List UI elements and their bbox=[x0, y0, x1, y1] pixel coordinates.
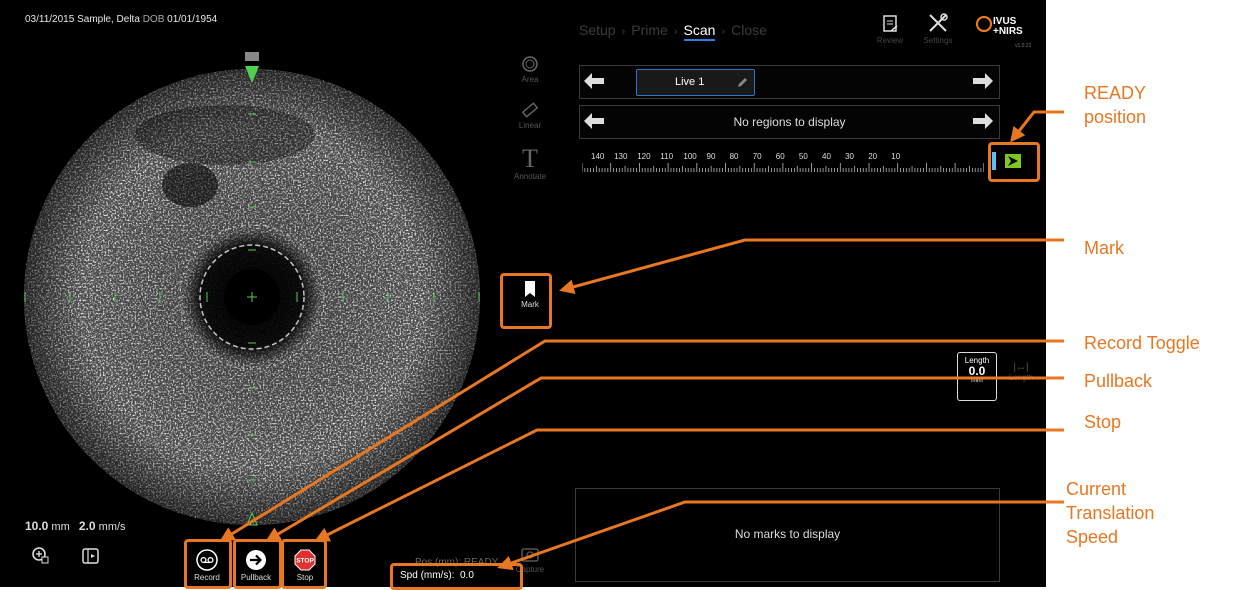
annotation-ready-position: READY position bbox=[1084, 81, 1146, 129]
annotation-record-toggle: Record Toggle bbox=[1084, 333, 1200, 353]
annotation-ready-line1: READY bbox=[1084, 83, 1147, 103]
annotation-pullback: Pullback bbox=[1084, 371, 1153, 391]
annotation-current-speed: Current Translation Speed bbox=[1066, 477, 1154, 549]
annotation-ready-line2: position bbox=[1084, 107, 1147, 127]
annotation-mark: Mark bbox=[1084, 238, 1124, 258]
annotation-speed-line1: Current bbox=[1066, 479, 1127, 499]
annotation-speed-line3: Speed bbox=[1066, 527, 1119, 547]
annotation-speed-line2: Translation bbox=[1066, 503, 1155, 523]
annotation-stop: Stop bbox=[1084, 412, 1122, 432]
